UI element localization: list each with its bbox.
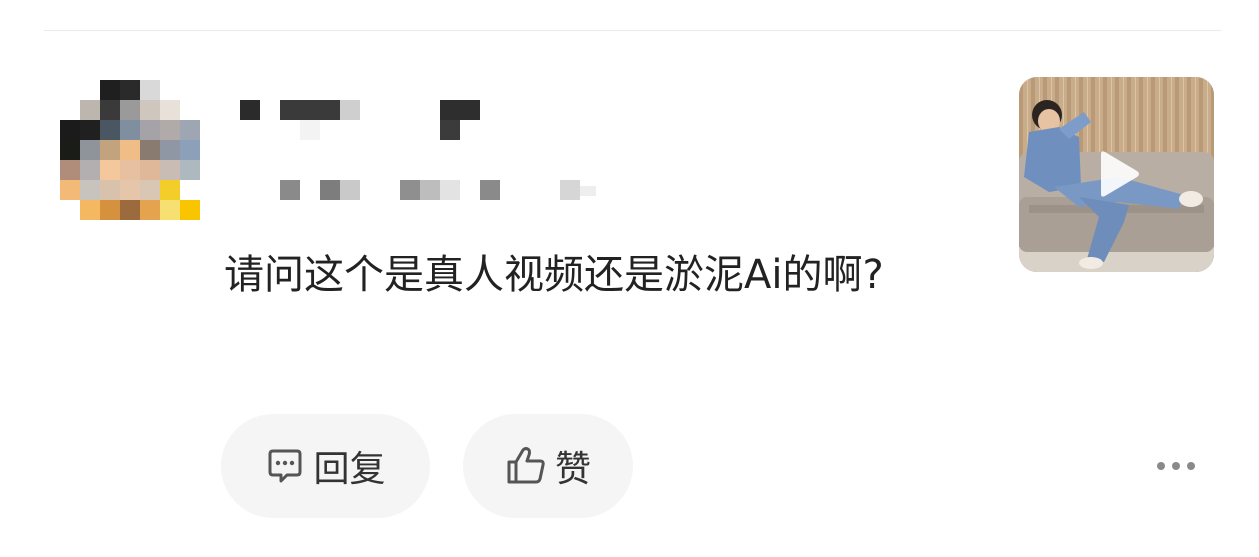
video-thumbnail[interactable] [1019, 77, 1214, 272]
comment-bubble-icon [265, 446, 305, 486]
comment-text: 请问这个是真人视频还是淤泥Ai的啊? [224, 252, 884, 298]
avatar[interactable] [60, 80, 200, 220]
reply-label: 回复 [313, 449, 386, 490]
top-divider [44, 30, 1222, 31]
username-redacted[interactable] [240, 100, 490, 140]
like-label: 赞 [554, 449, 591, 490]
like-button[interactable]: 赞 [463, 414, 633, 518]
reply-button[interactable]: 回复 [221, 414, 430, 518]
play-icon [1101, 151, 1139, 197]
more-options-button[interactable] [1152, 448, 1200, 484]
more-horizontal-icon [1157, 462, 1195, 470]
thumbs-up-icon [505, 445, 547, 487]
comment-meta-redacted [280, 180, 610, 200]
